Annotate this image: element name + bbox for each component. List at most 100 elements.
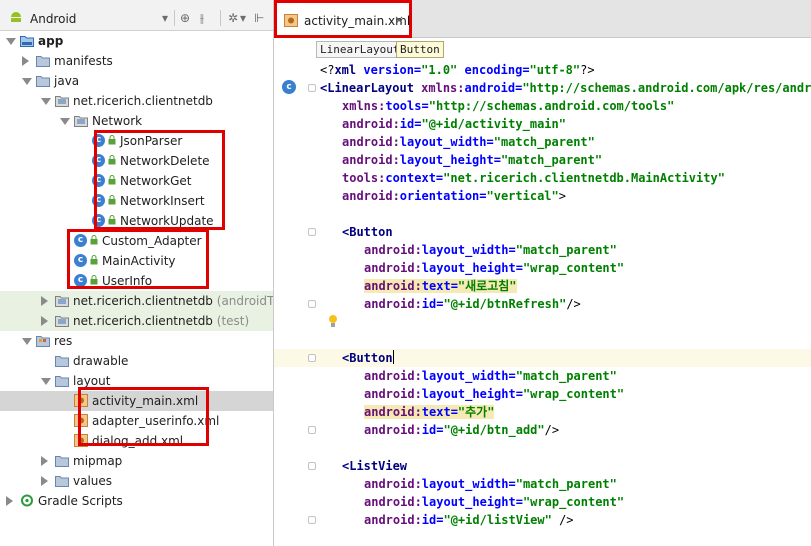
- code-line[interactable]: android:layout_width="match_parent": [364, 475, 617, 493]
- fold-marker-icon[interactable]: [308, 228, 316, 236]
- tab-activity-main[interactable]: activity_main.xml ×: [274, 0, 412, 38]
- code-line[interactable]: android:layout_height="wrap_content": [364, 493, 624, 511]
- code-line[interactable]: android:orientation="vertical">: [342, 187, 566, 205]
- gear-icon[interactable]: ✲: [228, 11, 238, 25]
- package-icon: [74, 116, 88, 127]
- code-line[interactable]: <ListView: [342, 457, 407, 475]
- code-token: layout_height=: [399, 153, 501, 167]
- code-line[interactable]: android:id="@+id/btnRefresh"/>: [364, 295, 581, 313]
- code-line[interactable]: <Button: [342, 223, 393, 241]
- fold-marker-icon[interactable]: [308, 426, 316, 434]
- code-line[interactable]: android:id="@+id/activity_main": [342, 115, 566, 133]
- code-token: id=: [399, 117, 422, 131]
- chevron-down-icon[interactable]: [41, 378, 51, 385]
- code-line[interactable]: android:text="추가": [364, 403, 495, 421]
- code-token: android:: [364, 405, 422, 419]
- chevron-down-icon[interactable]: ▾: [240, 11, 246, 25]
- code-line[interactable]: android:text="새로고침": [364, 277, 517, 295]
- code-line[interactable]: android:layout_height="wrap_content": [364, 385, 624, 403]
- code-token: "net.ricerich.clientnetdb.MainActivity": [443, 171, 725, 185]
- chevron-down-icon[interactable]: [41, 98, 51, 105]
- chevron-down-icon[interactable]: [22, 78, 32, 85]
- fold-marker-icon[interactable]: [308, 84, 316, 92]
- code-token: version=: [363, 63, 422, 77]
- code-token: android:: [364, 477, 422, 491]
- code-token: layout_width=: [421, 369, 516, 383]
- tree-item[interactable]: net.ricerich.clientnetdb: [0, 91, 273, 111]
- project-view-selector[interactable]: Android: [30, 12, 76, 26]
- chevron-down-icon[interactable]: [60, 118, 70, 125]
- code-token: android:: [364, 369, 422, 383]
- code-token: "@+id/btn_add": [443, 423, 545, 437]
- code-token: "@+id/btnRefresh": [443, 297, 567, 311]
- tree-item-text: net.ricerich.clientnetdb: [73, 94, 213, 108]
- fold-marker-icon[interactable]: [308, 516, 316, 524]
- tree-item[interactable]: mipmap: [0, 451, 273, 471]
- code-line[interactable]: xmlns:tools="http://schemas.android.com/…: [342, 97, 674, 115]
- fold-marker-icon[interactable]: [308, 462, 316, 470]
- code-line[interactable]: <?xml version="1.0" encoding="utf-8"?>: [320, 61, 595, 79]
- code-line[interactable]: <LinearLayout xmlns:android="http://sche…: [320, 79, 811, 97]
- chevron-right-icon[interactable]: [6, 496, 13, 506]
- fold-marker-icon[interactable]: [308, 300, 316, 308]
- tree-item[interactable]: net.ricerich.clientnetdb (test): [0, 311, 273, 331]
- tree-item[interactable]: manifests: [0, 51, 273, 71]
- code-token: "wrap_content": [522, 387, 625, 401]
- android-icon: [11, 12, 21, 22]
- lightbulb-icon[interactable]: [328, 314, 338, 328]
- folder-icon: [55, 476, 69, 487]
- code-line[interactable]: android:layout_width="match_parent": [364, 367, 617, 385]
- tree-item[interactable]: net.ricerich.clientnetdb (androidTest): [0, 291, 273, 311]
- code-line[interactable]: android:layout_height="match_parent": [342, 151, 602, 169]
- chevron-right-icon[interactable]: [41, 316, 48, 326]
- code-token: android:: [342, 117, 400, 131]
- tree-item-text: java: [54, 74, 80, 88]
- code-line[interactable]: android:layout_width="match_parent": [342, 133, 595, 151]
- code-line[interactable]: android:id="@+id/btn_add"/>: [364, 421, 559, 439]
- chevron-right-icon[interactable]: [41, 476, 48, 486]
- editor-area: activity_main.xml × LinearLayout Button …: [274, 0, 811, 546]
- code-token: layout_height=: [421, 495, 523, 509]
- code-token: />: [544, 423, 560, 437]
- class-marker-icon[interactable]: c: [282, 80, 296, 94]
- tree-item[interactable]: values: [0, 471, 273, 491]
- code-line[interactable]: android:id="@+id/listView" />: [364, 511, 574, 529]
- chevron-down-icon[interactable]: [6, 38, 16, 45]
- code-line[interactable]: android:layout_height="wrap_content": [364, 259, 624, 277]
- tree-item[interactable]: app: [0, 31, 273, 51]
- dropdown-arrow-icon[interactable]: ▾: [162, 11, 168, 25]
- chevron-down-icon[interactable]: [22, 338, 32, 345]
- toolbar-divider: [220, 10, 221, 26]
- sync-icon[interactable]: ⊕: [180, 11, 190, 25]
- tree-item[interactable]: java: [0, 71, 273, 91]
- fold-marker-icon[interactable]: [308, 354, 316, 362]
- code-line[interactable]: android:layout_width="match_parent": [364, 241, 617, 259]
- code-token: "match_parent": [515, 243, 617, 257]
- tree-item-text: drawable: [73, 354, 129, 368]
- folder-icon: [55, 456, 69, 467]
- tree-item-text: manifests: [54, 54, 113, 68]
- tree-item[interactable]: res: [0, 331, 273, 351]
- tree-item-label: app: [38, 31, 63, 51]
- code-line[interactable]: tools:context="net.ricerich.clientnetdb.…: [342, 169, 725, 187]
- close-icon[interactable]: ×: [394, 13, 404, 27]
- breadcrumb-linearlayout[interactable]: LinearLayout: [316, 41, 404, 58]
- breadcrumb-button[interactable]: Button: [396, 41, 444, 58]
- code-token: encoding=: [464, 63, 530, 77]
- code-token: ?>: [580, 63, 595, 77]
- gradle-icon: [21, 494, 33, 507]
- tree-item[interactable]: drawable: [0, 351, 273, 371]
- code-token: android:: [364, 279, 422, 293]
- chevron-right-icon[interactable]: [41, 456, 48, 466]
- xml-file-icon: [284, 14, 298, 27]
- tree-item[interactable]: Network: [0, 111, 273, 131]
- code-token: android:: [364, 261, 422, 275]
- collapse-icon[interactable]: ⊩: [254, 11, 264, 25]
- split-icon[interactable]: ⫲: [200, 11, 204, 25]
- code-line[interactable]: <Button: [342, 349, 394, 367]
- module-folder-icon: [20, 36, 34, 47]
- tree-item[interactable]: Gradle Scripts: [0, 491, 273, 511]
- code-token: />: [566, 297, 581, 311]
- chevron-right-icon[interactable]: [22, 56, 29, 66]
- chevron-right-icon[interactable]: [41, 296, 48, 306]
